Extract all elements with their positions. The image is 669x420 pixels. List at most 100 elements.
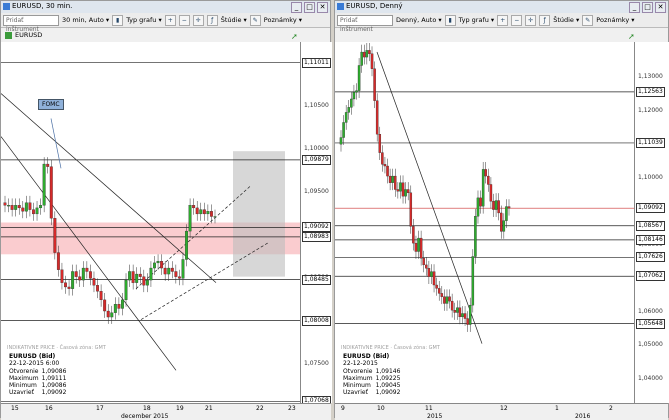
expand-arrow-icon[interactable]: ➚: [291, 32, 298, 41]
legend-swatch: [5, 31, 12, 39]
left-legend[interactable]: EURUSD: [1, 28, 42, 42]
info-row: Otvorenie 1,09086: [9, 368, 69, 375]
minimize-icon[interactable]: _: [629, 2, 640, 13]
right-chart-type-dropdown[interactable]: Typ grafu ▾: [459, 16, 495, 24]
highlight-box: [233, 151, 285, 277]
left-studies-label: Štúdie: [220, 16, 242, 24]
right-notes-label: Poznámky: [596, 16, 630, 24]
time-tick-label: 17: [96, 405, 104, 412]
chart-window-icon: [337, 3, 344, 10]
left-notes-dropdown[interactable]: Poznámky ▾: [264, 16, 302, 24]
zoom-out-icon[interactable]: −: [178, 14, 190, 26]
studies-icon[interactable]: ƒ: [206, 14, 218, 26]
left-price-axis[interactable]: 1,105001,100001,095001,090001,085001,080…: [300, 42, 332, 410]
info-value: 1,09045: [375, 382, 401, 390]
crosshair-icon[interactable]: ✛: [525, 14, 537, 26]
crosshair-icon[interactable]: ✛: [192, 14, 204, 26]
right-price-axis[interactable]: 1,130001,120001,110001,100001,090001,080…: [634, 42, 669, 403]
left-chart-type-dropdown[interactable]: Typ grafu ▾: [126, 16, 162, 24]
candle: [378, 134, 382, 153]
info-row: Minimum 1,09045: [343, 382, 403, 389]
candle: [425, 264, 428, 269]
candle: [163, 267, 167, 275]
candle: [35, 207, 39, 215]
candle: [381, 152, 384, 165]
chart-type-icon[interactable]: ▮: [444, 14, 456, 26]
left-instrument-input[interactable]: Pridať inštrument: [3, 14, 59, 33]
left-interval-dropdown[interactable]: 30 min, Auto ▾: [62, 16, 109, 24]
expand-arrow-icon[interactable]: ➚: [628, 32, 635, 41]
price-tick-label: 1,10500: [304, 102, 329, 110]
info-label: Maximum: [9, 374, 39, 382]
candle: [64, 282, 67, 288]
info-value: 1,09092: [375, 389, 401, 397]
time-axis-year: 2015: [427, 413, 443, 420]
left-window-title: EURUSD, 30 min.: [12, 2, 73, 10]
candle: [14, 205, 18, 210]
restore-icon[interactable]: □: [304, 2, 315, 13]
chart-type-icon[interactable]: ▮: [112, 14, 124, 26]
info-label: Minimum: [9, 382, 37, 390]
candle: [435, 284, 438, 289]
candle: [479, 197, 482, 207]
candle: [505, 206, 508, 221]
candle: [474, 216, 477, 257]
price-tick-label: 1,07500: [304, 360, 329, 368]
candle: [471, 256, 475, 306]
candle: [412, 226, 415, 244]
time-tick-label: 23: [288, 405, 296, 412]
close-icon[interactable]: ✕: [317, 2, 328, 13]
candle: [388, 175, 392, 183]
time-tick-label: 1: [555, 405, 559, 412]
right-notes-dropdown[interactable]: Poznámky ▾: [596, 16, 634, 24]
candle: [350, 98, 353, 108]
zoom-in-icon[interactable]: +: [497, 14, 509, 26]
price-tick-label: 1,10000: [638, 173, 663, 181]
candle: [450, 300, 454, 311]
candle: [99, 291, 103, 301]
candle: [502, 220, 506, 232]
candle: [170, 267, 174, 272]
candle: [406, 189, 410, 193]
right-info-title: EURUSD (Bid): [343, 353, 390, 360]
candle: [507, 206, 511, 209]
candle: [386, 165, 389, 177]
fomc-annotation[interactable]: FOMC: [38, 99, 64, 110]
right-time-axis[interactable]: 9 10 11 12 1 2 2015 2016: [335, 403, 668, 420]
candle: [85, 267, 89, 272]
candle: [409, 192, 413, 227]
candle: [167, 267, 171, 275]
candle: [92, 278, 96, 286]
close-icon[interactable]: ✕: [655, 2, 666, 13]
right-studies-dropdown[interactable]: Štúdie ▾: [553, 16, 579, 24]
left-time-axis[interactable]: 15 16 17 18 19 21 22 23 december 2015: [1, 403, 331, 420]
candle: [174, 271, 178, 277]
left-studies-dropdown[interactable]: Štúdie ▾: [221, 16, 247, 24]
notes-icon[interactable]: ✎: [582, 14, 594, 26]
restore-icon[interactable]: □: [642, 2, 653, 13]
left-info-title: EURUSD (Bid): [9, 353, 56, 360]
trendline: [376, 51, 483, 344]
info-row: Minimum 1,09086: [9, 382, 69, 389]
chart-window-icon: [3, 3, 10, 10]
info-label: Uzavrieť: [9, 389, 34, 397]
zoom-out-icon[interactable]: −: [511, 14, 523, 26]
left-notes-label: Poznámky: [263, 16, 297, 24]
candle: [185, 230, 188, 260]
candle: [188, 205, 192, 232]
minimize-icon[interactable]: _: [291, 2, 302, 13]
zoom-in-icon[interactable]: +: [164, 14, 176, 26]
right-instrument-input[interactable]: Pridať inštrument: [337, 14, 393, 33]
right-interval-dropdown[interactable]: Denný, Auto ▾: [396, 16, 442, 24]
candle: [370, 53, 374, 69]
candle: [448, 296, 451, 302]
candle: [419, 237, 423, 259]
price-level-label: 1,11011: [302, 57, 331, 68]
studies-icon[interactable]: ƒ: [539, 14, 551, 26]
candle: [487, 175, 490, 185]
left-scale-label: Auto: [88, 16, 104, 24]
notes-icon[interactable]: ✎: [249, 14, 261, 26]
candle: [456, 307, 459, 313]
candle: [417, 237, 420, 252]
right-chart-type-label: Typ grafu: [458, 16, 489, 24]
